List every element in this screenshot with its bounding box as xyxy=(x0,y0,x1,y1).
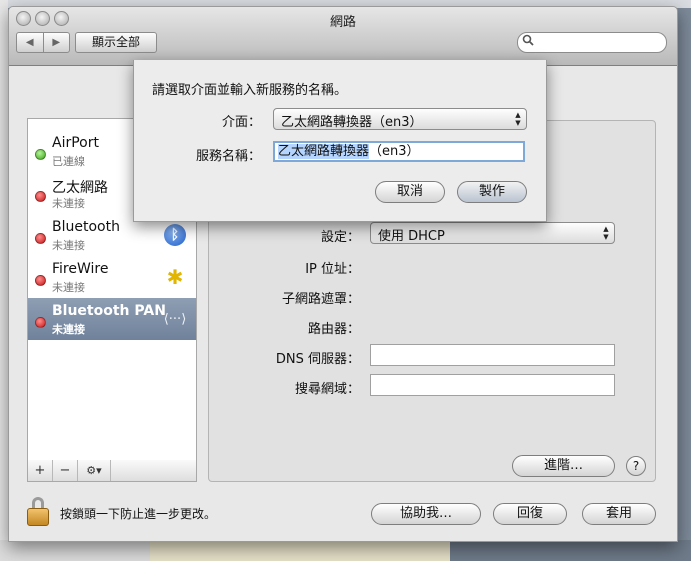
popup-arrows-icon: ▲ ▼ xyxy=(515,111,521,127)
interface-value: 乙太網路轉換器（en3） xyxy=(281,115,423,130)
service-name: Bluetooth PAN xyxy=(52,303,166,319)
status-dot-icon xyxy=(35,149,46,160)
service-status: 未連接 xyxy=(52,239,85,252)
service-status: 已連線 xyxy=(52,155,85,168)
gear-menu-button[interactable]: ⚙▾ xyxy=(78,460,111,481)
remove-service-button[interactable]: − xyxy=(53,460,78,481)
assist-me-button[interactable]: 協助我… xyxy=(371,503,481,525)
search-field[interactable] xyxy=(517,32,667,53)
status-dot-icon xyxy=(35,233,46,244)
interface-label: 介面： xyxy=(221,115,261,130)
status-dot-icon xyxy=(35,317,46,328)
back-button[interactable]: ◀ xyxy=(17,33,43,52)
service-name-selected-text: 乙太網路轉換器 xyxy=(278,144,370,159)
window-toolbar: 網路 ◀ ▶ 顯示全部 xyxy=(9,7,677,66)
sheet-prompt: 請選取介面並輸入新服務的名稱。 xyxy=(152,83,348,98)
service-name-input[interactable]: 乙太網路轉換器（en3） xyxy=(273,141,525,162)
status-dot-icon xyxy=(35,275,46,286)
search-domain-field[interactable] xyxy=(370,374,615,396)
service-item-bluetooth-pan[interactable]: Bluetooth PAN 未連接 ⟨···⟩ xyxy=(28,298,196,340)
service-name-label: 服務名稱： xyxy=(195,149,261,164)
config-label: 設定： xyxy=(320,230,360,245)
dns-server-label: DNS 伺服器： xyxy=(275,352,360,367)
config-value: 使用 DHCP xyxy=(378,229,445,244)
window-title: 網路 xyxy=(329,15,356,30)
lock-icon[interactable] xyxy=(27,497,49,527)
back-arrow-icon: ◀ xyxy=(25,37,34,48)
search-domain-label: 搜尋網域： xyxy=(294,382,360,397)
dns-server-field[interactable] xyxy=(370,344,615,366)
service-status: 未連接 xyxy=(52,281,85,294)
service-name: Bluetooth xyxy=(52,219,120,235)
forward-arrow-icon: ▶ xyxy=(52,37,61,48)
status-dot-icon xyxy=(35,191,46,202)
bluetooth-pan-icon: ⟨···⟩ xyxy=(163,311,187,327)
subnet-mask-label: 子網路遮罩： xyxy=(281,292,360,307)
apply-button[interactable]: 套用 xyxy=(582,503,656,525)
revert-button[interactable]: 回復 xyxy=(493,503,567,525)
background-bottom-strip xyxy=(0,540,691,561)
cancel-button[interactable]: 取消 xyxy=(375,181,445,203)
service-status: 未連接 xyxy=(52,197,85,210)
service-item-firewire[interactable]: FireWire 未連接 ✱ xyxy=(28,256,196,298)
new-service-sheet: 請選取介面並輸入新服務的名稱。 介面： 乙太網路轉換器（en3） ▲ ▼ 服務名稱… xyxy=(133,60,547,222)
forward-button[interactable]: ▶ xyxy=(42,33,70,52)
firewire-icon: ✱ xyxy=(166,265,184,289)
service-name-suffix: （en3） xyxy=(369,144,420,159)
add-service-button[interactable]: + xyxy=(28,460,53,481)
create-button[interactable]: 製作 xyxy=(457,181,527,203)
interface-popup[interactable]: 乙太網路轉換器（en3） ▲ ▼ xyxy=(273,108,527,130)
service-list-controls: + − ⚙▾ xyxy=(27,460,197,482)
search-icon xyxy=(522,34,534,49)
show-all-button[interactable]: 顯示全部 xyxy=(75,32,157,53)
help-button[interactable]: ? xyxy=(626,456,646,476)
background-left-edge xyxy=(0,0,8,561)
ip-address-label: IP 位址： xyxy=(305,262,360,277)
back-forward-control: ◀ ▶ xyxy=(16,32,70,53)
service-name: 乙太網路 xyxy=(52,180,108,196)
router-label: 路由器： xyxy=(307,322,360,337)
advanced-button[interactable]: 進階… xyxy=(512,455,615,477)
lock-hint-text: 按鎖頭一下防止進一步更改。 xyxy=(60,507,217,521)
service-name: FireWire xyxy=(52,261,109,277)
popup-arrows-icon: ▲ ▼ xyxy=(603,225,609,241)
config-popup[interactable]: 使用 DHCP ▲ ▼ xyxy=(370,222,615,244)
service-status: 未連接 xyxy=(52,323,85,336)
bluetooth-icon: ᛒ xyxy=(162,222,188,248)
service-name: AirPort xyxy=(52,135,99,151)
